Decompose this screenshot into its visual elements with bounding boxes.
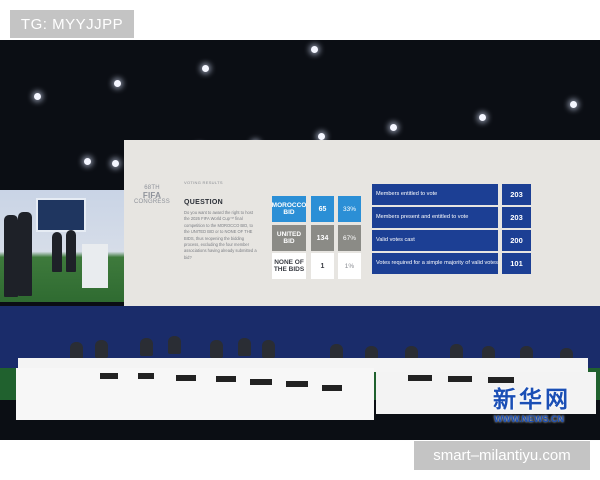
speaker-figure (4, 215, 18, 297)
result-percent-none: 1% (338, 253, 361, 279)
delegate (140, 338, 153, 356)
nameplate (408, 375, 432, 381)
stat-label-majority: Votes required for a simple majority of … (372, 253, 498, 274)
ceiling-light (479, 114, 486, 121)
nameplate (322, 385, 342, 391)
question-title: QUESTION (184, 199, 223, 206)
question-line: bid? (184, 254, 192, 260)
result-label-united: UNITED BID (272, 225, 306, 251)
nameplate (100, 373, 118, 379)
bottom-right-tag: smart–milantiyu.com (414, 441, 590, 470)
result-label-morocco: MOROCCO BID (272, 196, 306, 222)
nameplate (286, 381, 308, 387)
ceiling-light (318, 133, 325, 140)
stat-value-present: 203 (502, 207, 531, 228)
nameplate (250, 379, 272, 385)
question-text: Do you want to award the right to host t… (184, 210, 264, 280)
stat-label-valid-votes: Valid votes cast (372, 230, 498, 251)
ceiling-light (311, 46, 318, 53)
stat-value-entitled: 203 (502, 184, 531, 205)
result-percent-united: 67% (338, 225, 361, 251)
section-label: VOTING RESULTS (184, 180, 223, 185)
lectern (82, 244, 108, 288)
fifa-congress-logo: 68TH FIFA CONGRESS (132, 185, 172, 206)
stat-value-valid-votes: 200 (502, 230, 531, 251)
result-count-united: 134 (311, 225, 334, 251)
ceiling-light (112, 160, 119, 167)
xinhua-watermark: 新华网 (493, 386, 571, 412)
stat-label-entitled: Members entitled to vote (372, 184, 498, 205)
logo-line: CONGRESS (134, 199, 170, 205)
speaker-figure (52, 232, 62, 272)
ceiling-light (114, 80, 121, 87)
speaker-figure (18, 212, 32, 296)
nameplate (216, 376, 236, 382)
nameplate (138, 373, 154, 379)
nameplate (176, 375, 196, 381)
top-left-tag: TG: MYYJJPP (10, 10, 134, 38)
stat-label-present: Members present and entitled to vote (372, 207, 498, 228)
ceiling-light (34, 93, 41, 100)
stat-value-majority: 101 (502, 253, 531, 274)
ceiling-light (390, 124, 397, 131)
speaker-figure (66, 230, 76, 272)
delegate (262, 340, 275, 358)
xinhua-watermark-url: WWW.NEWS.CN (494, 414, 564, 424)
ceiling-light (202, 65, 209, 72)
ceiling-light (570, 101, 577, 108)
logo-line: FIFA (142, 191, 162, 200)
result-count-morocco: 65 (311, 196, 334, 222)
delegate (95, 340, 108, 358)
nameplate (448, 376, 472, 382)
side-screen-display (36, 198, 86, 232)
delegate (238, 338, 251, 356)
delegate (210, 340, 223, 358)
question-line: the UNITED BID or to NONE OF THE (184, 229, 253, 235)
result-count-none: 1 (311, 253, 334, 279)
question-line: associations having already submitted a (184, 248, 257, 254)
result-percent-morocco: 33% (338, 196, 361, 222)
delegate (168, 336, 181, 354)
ceiling-light (84, 158, 91, 165)
result-label-none: NONE OF THE BIDS (272, 253, 306, 279)
